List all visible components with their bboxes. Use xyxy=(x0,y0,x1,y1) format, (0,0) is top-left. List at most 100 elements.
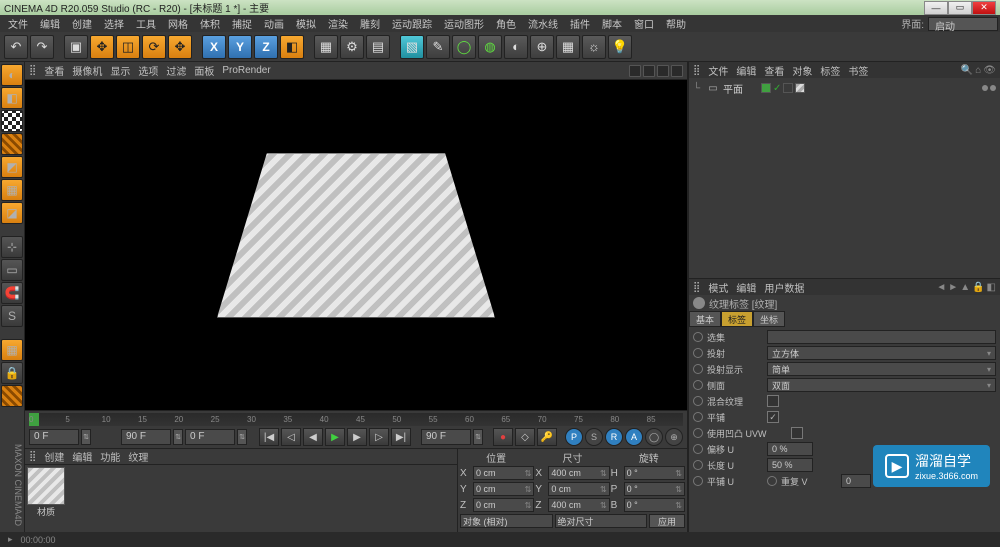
scale-tool-button[interactable]: ◫ xyxy=(116,35,140,59)
coord-z-pos[interactable]: 0 cm⇅ xyxy=(473,498,534,512)
edge-mode-button[interactable]: ◩ xyxy=(1,156,23,178)
render-region-button[interactable]: ▤ xyxy=(366,35,390,59)
coord-y-pos[interactable]: 0 cm⇅ xyxy=(473,482,534,496)
grip-icon[interactable]: ⣿ xyxy=(29,65,36,76)
attr-uvw-checkbox[interactable] xyxy=(791,427,803,439)
home-icon[interactable]: ⌂ xyxy=(975,65,981,76)
add-generator-button[interactable]: ◍ xyxy=(478,35,502,59)
undo-button[interactable]: ↶ xyxy=(4,35,28,59)
attr-tab-edit[interactable]: 编辑 xyxy=(736,280,756,295)
radio-icon[interactable] xyxy=(693,476,703,486)
menu-sculpt[interactable]: 雕刻 xyxy=(354,16,386,31)
vp-nav-zoom-icon[interactable] xyxy=(643,65,655,77)
menu-character[interactable]: 角色 xyxy=(490,16,522,31)
viewport[interactable] xyxy=(25,80,687,410)
prev-frame-button[interactable]: ◀ xyxy=(303,428,323,446)
spin-icon[interactable]: ⇅ xyxy=(473,429,483,445)
softsel-button[interactable]: S xyxy=(1,305,23,327)
enable-icon[interactable]: ✓ xyxy=(773,83,781,94)
mat-tab-create[interactable]: 创建 xyxy=(44,449,64,464)
radio-icon[interactable] xyxy=(693,396,703,406)
newwin-icon[interactable]: ◧ xyxy=(987,282,996,293)
objtab-edit[interactable]: 编辑 xyxy=(736,63,756,78)
menu-select[interactable]: 选择 xyxy=(98,16,130,31)
spin-icon[interactable]: ⇅ xyxy=(173,429,183,445)
add-light-button[interactable]: ☼ xyxy=(582,35,606,59)
nav-back-icon[interactable]: ◄ xyxy=(936,282,946,293)
coord-system-button[interactable]: ◧ xyxy=(280,35,304,59)
layout-select[interactable]: 启动 xyxy=(928,17,998,31)
render-vis-icon[interactable] xyxy=(990,85,996,91)
close-button[interactable]: ✕ xyxy=(972,1,996,15)
coord-mode-a-select[interactable]: 对象 (相对) xyxy=(460,514,553,528)
attr-projdisp-select[interactable]: 简单▾ xyxy=(767,362,996,376)
add-deformer-button[interactable]: ◐ xyxy=(504,35,528,59)
frame-current-field[interactable]: 0 F xyxy=(185,429,235,445)
axis-x-button[interactable]: X xyxy=(210,40,218,54)
attr-proj-select[interactable]: 立方体▾ xyxy=(767,346,996,360)
radio-icon[interactable] xyxy=(693,380,703,390)
texture-mode-button[interactable] xyxy=(1,110,23,132)
goto-start-button[interactable]: |◀ xyxy=(259,428,279,446)
attr-repeatv-field[interactable]: 0 xyxy=(841,474,871,488)
key-scale-button[interactable]: S xyxy=(585,428,603,446)
vp-panel[interactable]: 面板 xyxy=(194,63,214,78)
grip-icon[interactable]: ⣿ xyxy=(693,282,700,293)
object-name[interactable]: 平面 xyxy=(723,81,753,96)
goto-end-button[interactable]: ▶| xyxy=(391,428,411,446)
radio-icon[interactable] xyxy=(693,348,703,358)
editor-vis-icon[interactable] xyxy=(982,85,988,91)
coord-apply-button[interactable]: 应用 xyxy=(649,514,685,528)
coord-mode-b-select[interactable]: 绝对尺寸 xyxy=(555,514,648,528)
axis-z-button[interactable]: Z xyxy=(262,40,269,54)
radio-icon[interactable] xyxy=(693,444,703,454)
lock-icon[interactable]: 🔒 xyxy=(972,282,984,293)
next-key-button[interactable]: ▷ xyxy=(369,428,389,446)
frame-max-field[interactable]: 90 F xyxy=(421,429,471,445)
menu-tracking[interactable]: 运动跟踪 xyxy=(386,16,438,31)
radio-icon[interactable] xyxy=(693,364,703,374)
attr-tab-userdata[interactable]: 用户数据 xyxy=(764,280,804,295)
objtab-file[interactable]: 文件 xyxy=(708,63,728,78)
objtab-bookmarks[interactable]: 书签 xyxy=(848,63,868,78)
coord-x-size[interactable]: 400 cm⇅ xyxy=(548,466,609,480)
key-param-button[interactable]: A xyxy=(625,428,643,446)
menu-create[interactable]: 创建 xyxy=(66,16,98,31)
menu-script[interactable]: 脚本 xyxy=(596,16,628,31)
key-pla-button[interactable]: ◯ xyxy=(645,428,663,446)
material-name[interactable]: 材质 xyxy=(27,505,65,518)
coord-z-size[interactable]: 400 cm⇅ xyxy=(548,498,609,512)
menu-window[interactable]: 窗口 xyxy=(628,16,660,31)
radio-icon[interactable] xyxy=(767,476,777,486)
attr-selection-field[interactable] xyxy=(767,330,996,344)
menu-file[interactable]: 文件 xyxy=(2,16,34,31)
menu-help[interactable]: 帮助 xyxy=(660,16,692,31)
objtab-tags[interactable]: 标签 xyxy=(820,63,840,78)
coord-p-rot[interactable]: 0 °⇅ xyxy=(624,482,685,496)
attr-subtab-basic[interactable]: 基本 xyxy=(689,311,721,327)
add-pen-button[interactable]: ✎ xyxy=(426,35,450,59)
vp-view[interactable]: 查看 xyxy=(44,63,64,78)
record-button[interactable]: ● xyxy=(493,428,513,446)
grip-icon[interactable]: ⣿ xyxy=(693,65,700,76)
plane-object[interactable] xyxy=(217,153,495,318)
mat-tab-func[interactable]: 功能 xyxy=(100,449,120,464)
menu-render[interactable]: 渲染 xyxy=(322,16,354,31)
attr-tab-mode[interactable]: 模式 xyxy=(708,280,728,295)
frame-end-field[interactable]: 90 F xyxy=(121,429,171,445)
object-mode-button[interactable]: ◧ xyxy=(1,87,23,109)
attr-lengthu-field[interactable]: 50 % xyxy=(767,458,813,472)
menu-plugins[interactable]: 插件 xyxy=(564,16,596,31)
attr-subtab-tag[interactable]: 标签 xyxy=(721,311,753,327)
nav-fwd-icon[interactable]: ► xyxy=(948,282,958,293)
minimize-button[interactable]: — xyxy=(924,1,948,15)
grip-icon[interactable]: ⣿ xyxy=(29,451,36,462)
vp-nav-rotate-icon[interactable] xyxy=(657,65,669,77)
object-row-plane[interactable]: └ ▭ 平面 ✓ xyxy=(693,80,996,96)
vp-prorender[interactable]: ProRender xyxy=(222,65,270,76)
key-rot-button[interactable]: R xyxy=(605,428,623,446)
play-button[interactable]: ▶ xyxy=(325,428,345,446)
move-tool-button[interactable]: ✥ xyxy=(90,35,114,59)
autokey-button[interactable]: ◇ xyxy=(515,428,535,446)
keyselection-button[interactable]: 🔑 xyxy=(537,428,557,446)
